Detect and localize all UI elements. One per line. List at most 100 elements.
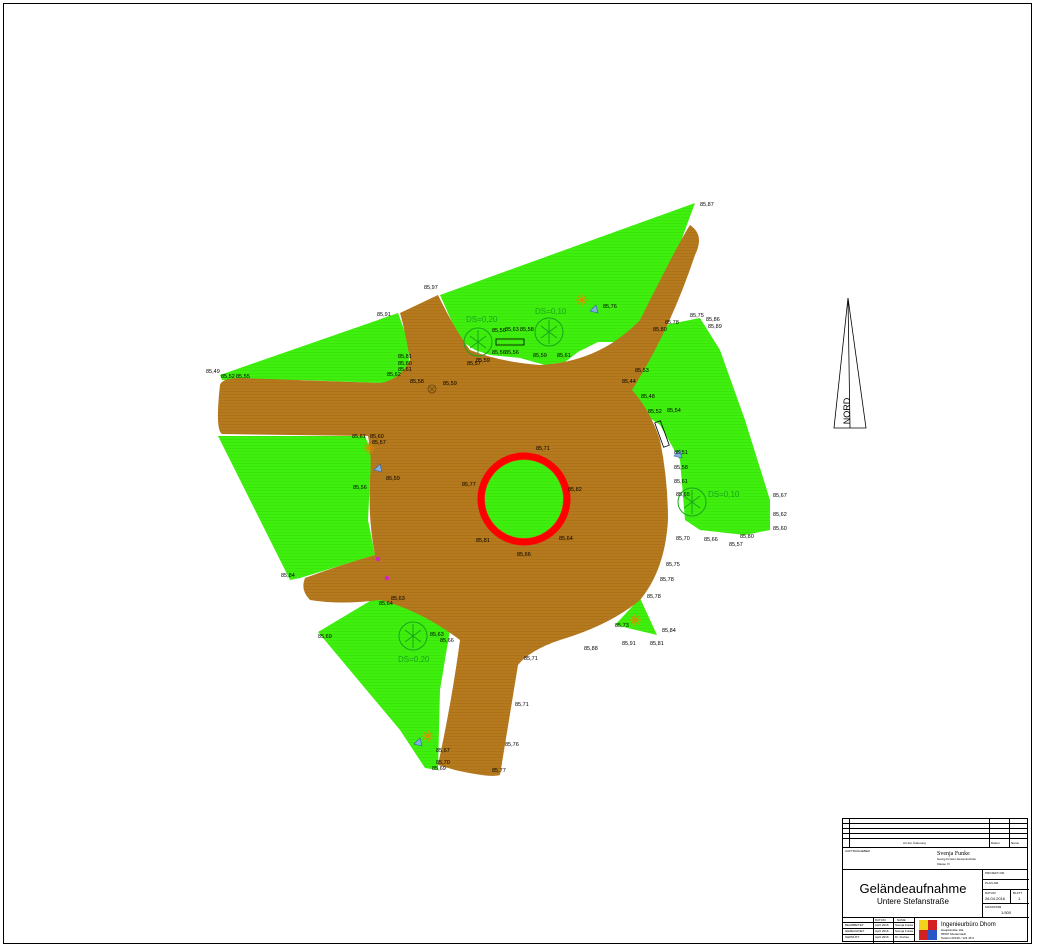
elevation-label: 85,81 xyxy=(476,538,490,544)
title-block: Art der Änderung Datum Name AUFTRAGGEBER… xyxy=(842,818,1029,943)
elevation-label: 85,80 xyxy=(740,534,754,540)
elevation-label: 85,56 xyxy=(492,328,506,334)
elevation-label: 85,59 xyxy=(533,353,547,359)
elevation-label: 85,52 xyxy=(221,374,235,380)
office-logo xyxy=(919,920,937,940)
elevation-label: 85,75 xyxy=(666,562,680,568)
sheet-label: BLATT xyxy=(1013,891,1023,895)
elevation-label: 85,82 xyxy=(568,487,582,493)
elevation-label: 85,57 xyxy=(467,361,481,367)
elevation-label: 85,62 xyxy=(387,372,401,378)
elevation-label: 85,48 xyxy=(641,394,655,400)
elevation-label: 85,86 xyxy=(706,317,720,323)
elevation-label: 85,76 xyxy=(603,304,617,310)
elevation-label: 85,73 xyxy=(615,623,629,629)
elevation-label: 85,81 xyxy=(398,354,412,360)
date-value: 26.04.2016 xyxy=(985,896,1006,901)
elevation-label: 85,89 xyxy=(708,324,722,330)
elevation-label: 85,69 xyxy=(318,634,332,640)
elevation-label: 85,66 xyxy=(517,552,531,558)
point-marker-icon xyxy=(384,575,390,581)
elevation-label: 85,77 xyxy=(462,482,476,488)
elevation-label: 85,58 xyxy=(410,379,424,385)
elevation-label: 85,58 xyxy=(520,327,534,333)
elevation-label: 85,49 xyxy=(206,369,220,375)
elevation-label: 85,62 xyxy=(773,512,787,518)
revision-name-header: Name xyxy=(1011,841,1020,845)
row-role: GEPRÜFT xyxy=(845,935,860,939)
elevation-label: 85,56 xyxy=(505,350,519,356)
row-head-date: DATUM xyxy=(875,918,886,922)
elevation-label: 85,67 xyxy=(773,493,787,499)
scale-value: 1:500 xyxy=(1001,910,1012,915)
plan-number-label: PLAN-NR. xyxy=(985,881,1000,885)
elevation-label: 85,87 xyxy=(700,202,714,208)
elevation-label: 85,53 xyxy=(635,368,649,374)
elevation-label: 85,58 xyxy=(674,465,688,471)
roundabout-center xyxy=(485,460,563,538)
elevation-label: 85,59 xyxy=(443,381,457,387)
elevation-label: 85,66 xyxy=(440,638,454,644)
point-marker-icon xyxy=(375,556,381,562)
elevation-label: 85,75 xyxy=(690,313,704,319)
elevation-label: 85,64 xyxy=(559,536,573,542)
drawing-title: Geländeaufnahme xyxy=(859,881,967,896)
row-date: April 2016 xyxy=(875,923,889,927)
row-date: April 2016 xyxy=(875,935,889,939)
elevation-label: 85,63 xyxy=(505,327,519,333)
row-name: Svenja Funke xyxy=(895,929,914,933)
tree-label: DS=0,10 xyxy=(708,490,740,499)
elevation-label: 85,91 xyxy=(622,641,636,647)
elevation-label: 85,61 xyxy=(352,434,366,440)
elevation-label: 85,51 xyxy=(674,450,688,456)
row-name: Dr. Frehse xyxy=(895,935,910,939)
drawing-subtitle: Untere Stefanstraße xyxy=(876,897,950,906)
elevation-label: 85,91 xyxy=(377,312,391,318)
client-school: Georg-Forster-Gesamtschule xyxy=(937,857,977,861)
revision-date-header: Datum xyxy=(991,841,1000,845)
elevation-label: 85,88 xyxy=(584,646,598,652)
elevation-label: 85,69 xyxy=(432,766,446,772)
row-date: April 2016 xyxy=(875,929,889,933)
elevation-label: 85,44 xyxy=(622,379,636,385)
elevation-label: 85,57 xyxy=(729,542,743,548)
elevation-label: 85,61 xyxy=(557,353,571,359)
client-class: Klasse 7c xyxy=(937,862,951,866)
elevation-label: 85,78 xyxy=(647,594,661,600)
elevation-label: 85,84 xyxy=(281,573,295,579)
row-role: GEZEICHNET xyxy=(845,929,865,933)
tree-label: DS=0,20 xyxy=(466,315,498,324)
date-label: DATUM xyxy=(985,891,996,895)
project-label: PROJEKT-NR. xyxy=(985,871,1005,875)
elevation-label: 85,55 xyxy=(236,374,250,380)
elevation-label: 85,71 xyxy=(515,702,529,708)
elevation-label: 85,67 xyxy=(436,748,450,754)
elevation-label: 85,66 xyxy=(704,537,718,543)
elevation-label: 85,97 xyxy=(424,285,438,291)
elevation-label: 85,63 xyxy=(391,596,405,602)
green-area-bottom-left xyxy=(318,598,450,770)
site-plan: NORD DS=0,20 DS=0,10 DS=0,10 DS=0,20 85,… xyxy=(206,202,867,776)
elevation-label: 85,54 xyxy=(667,408,681,414)
elevation-label: 85,59 xyxy=(386,476,400,482)
sheet-value: 1 xyxy=(1018,896,1021,901)
row-role: BEARBEITET xyxy=(845,923,864,927)
row-head-name: NAME xyxy=(897,918,906,922)
client-label: AUFTRAGGEBER xyxy=(845,849,870,853)
elevation-label: 85,57 xyxy=(372,440,386,446)
north-label: NORD xyxy=(842,397,852,424)
elevation-label: 85,52 xyxy=(648,409,662,415)
elevation-label: 85,70 xyxy=(676,536,690,542)
elevation-label: 85,78 xyxy=(660,577,674,583)
tree-label: DS=0,20 xyxy=(398,655,430,664)
elevation-label: 85,76 xyxy=(505,742,519,748)
elevation-label: 85,71 xyxy=(536,446,550,452)
elevation-label: 85,61 xyxy=(674,479,688,485)
elevation-label: 85,65 xyxy=(676,492,690,498)
revision-header: Art der Änderung xyxy=(903,841,926,845)
row-name: Svenja Funke xyxy=(895,923,914,927)
elevation-label: 85,84 xyxy=(662,628,676,634)
elevation-label: 85,78 xyxy=(665,320,679,326)
green-area-top-left xyxy=(220,313,410,383)
elevation-label: 85,81 xyxy=(650,641,664,647)
